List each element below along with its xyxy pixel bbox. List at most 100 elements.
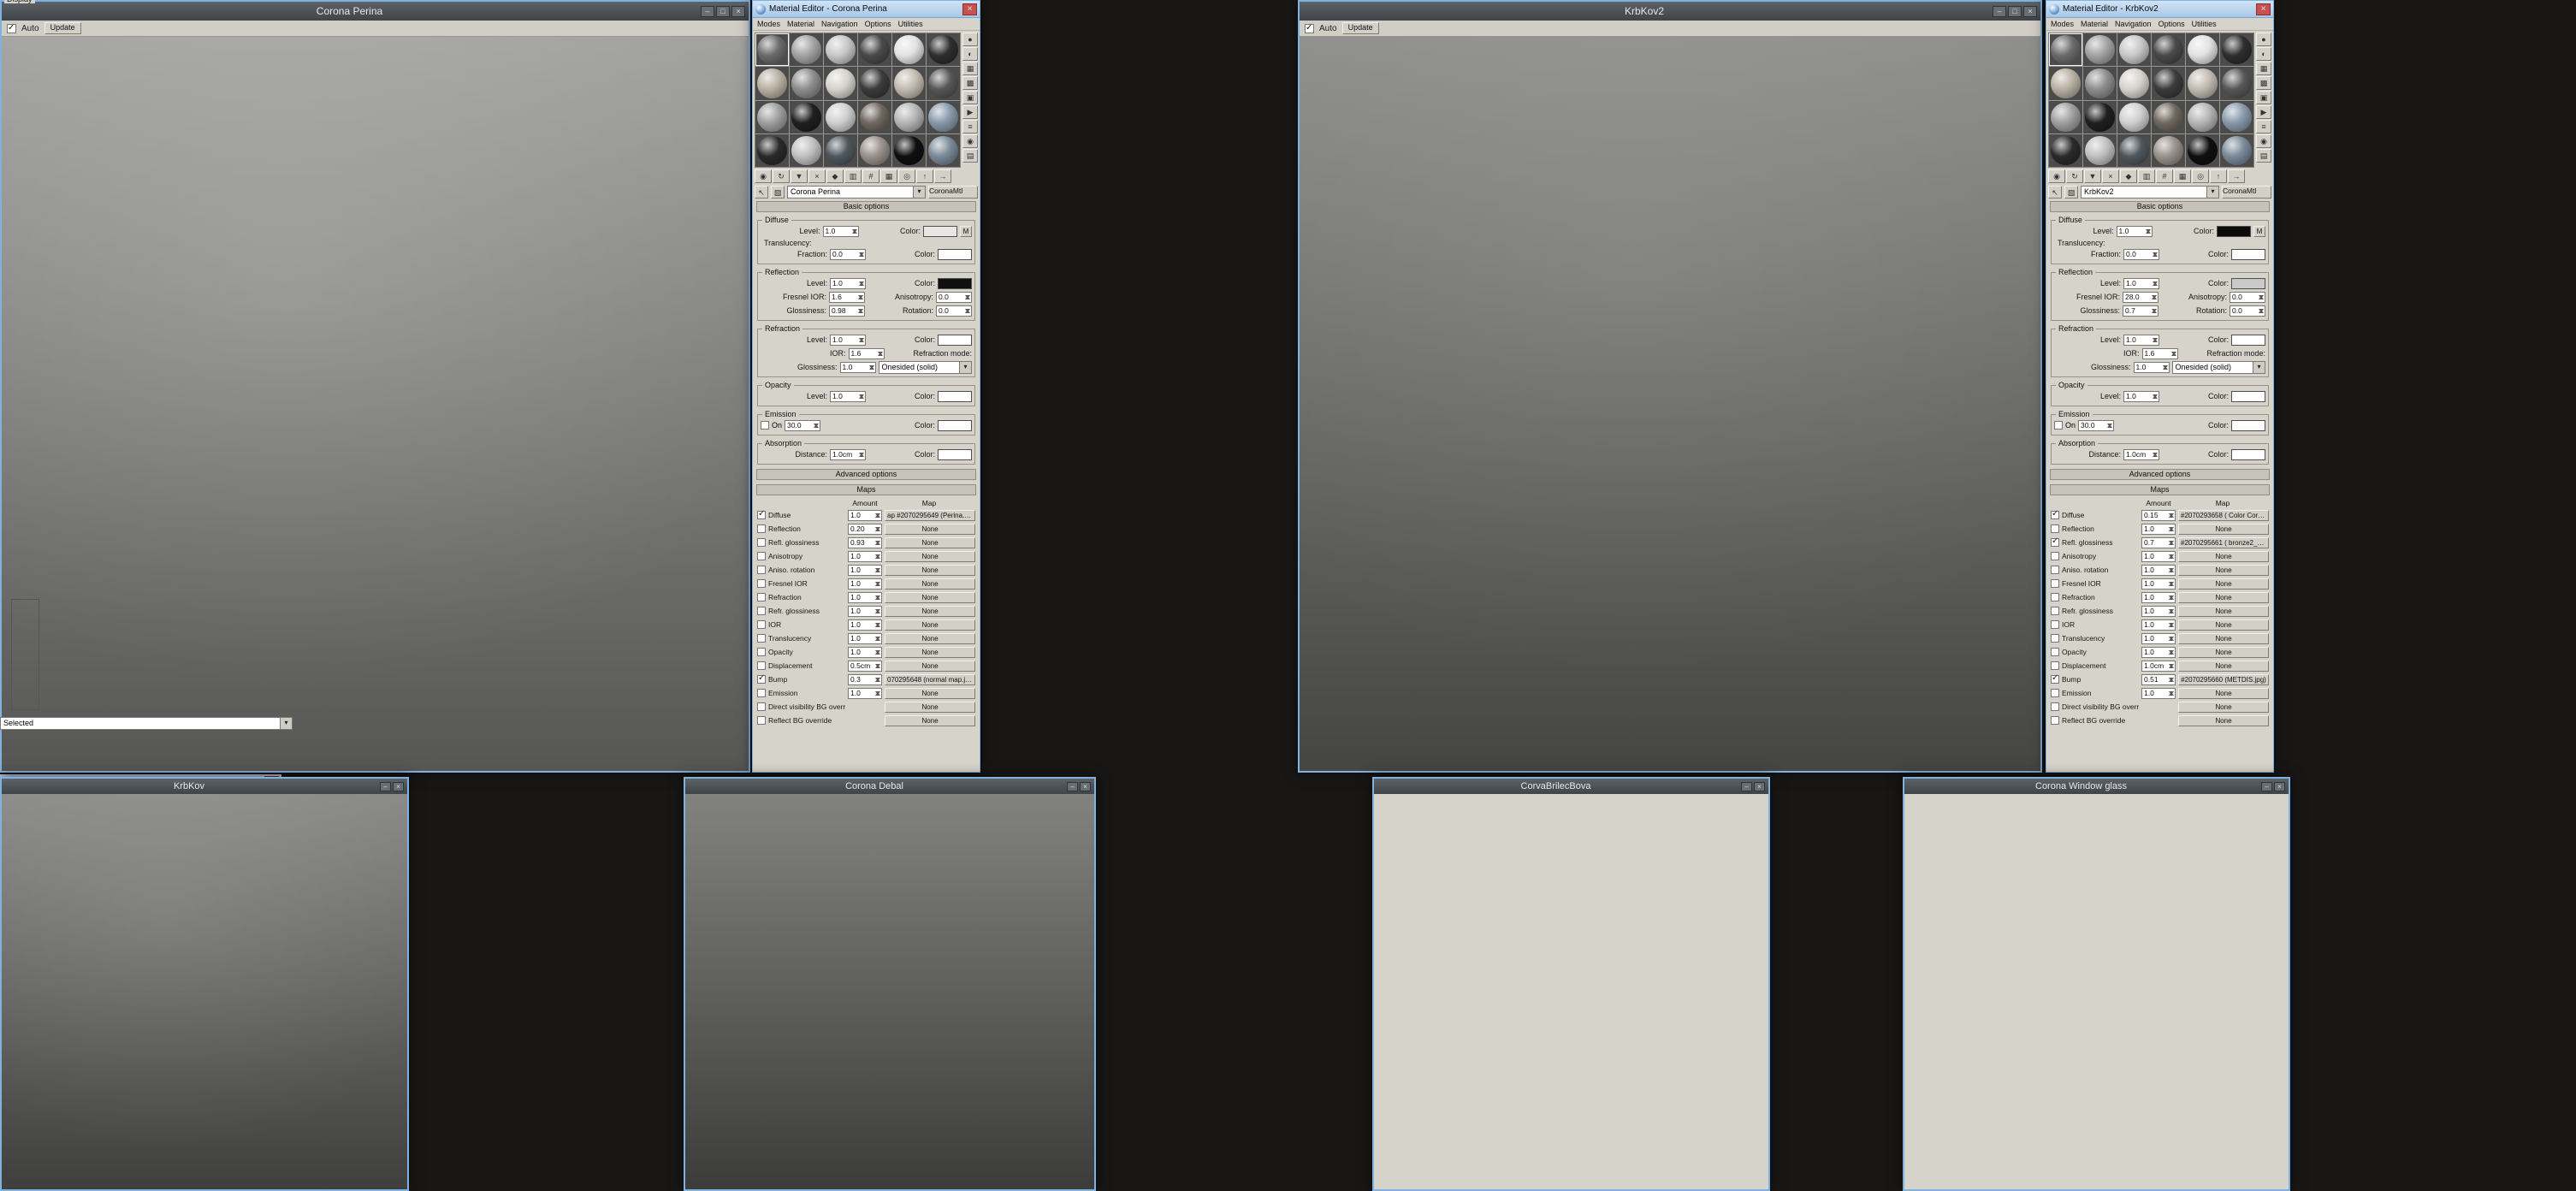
material-thumbnail[interactable] <box>2083 101 2117 133</box>
minimize-icon[interactable]: – <box>1741 782 1752 791</box>
render-viewport[interactable] <box>1374 794 1768 1189</box>
material-thumbnail[interactable] <box>2117 101 2151 133</box>
material-thumbnail[interactable] <box>2083 33 2117 66</box>
material-id-icon[interactable]: # <box>2156 169 2173 183</box>
map-amount-spinner[interactable]: 0.15 <box>2141 510 2176 521</box>
map-amount-spinner[interactable]: 1.0 <box>848 647 882 658</box>
map-amount-spinner[interactable]: 1.0 <box>848 578 882 590</box>
material-thumbnail[interactable] <box>824 67 857 99</box>
material-thumbnail[interactable] <box>755 67 789 99</box>
minimize-icon[interactable]: – <box>1993 6 2006 17</box>
map-enable-checkbox[interactable] <box>2051 552 2059 560</box>
close-icon[interactable]: × <box>1754 782 1765 791</box>
opacity-color-swatch[interactable] <box>938 391 972 402</box>
menu-item[interactable]: Navigation <box>821 20 858 28</box>
refraction-color-swatch[interactable] <box>2231 335 2265 346</box>
emission-intensity-spinner[interactable]: 30.0 <box>2078 420 2114 431</box>
map-enable-checkbox[interactable] <box>2051 689 2059 697</box>
put-to-scene-icon[interactable]: ↻ <box>773 169 790 183</box>
translucency-color-swatch[interactable] <box>2231 249 2265 260</box>
make-unique-icon[interactable]: ◆ <box>826 169 844 183</box>
material-thumbnail[interactable] <box>2220 67 2253 99</box>
refraction-mode-combo[interactable]: Onesided (solid) <box>2172 361 2266 374</box>
menu-item[interactable]: Material <box>787 20 814 28</box>
fresnel-ior-spinner[interactable]: 1.6 <box>829 292 865 303</box>
close-icon[interactable]: × <box>393 782 404 791</box>
material-thumbnail[interactable] <box>2152 101 2185 133</box>
material-class-button[interactable]: CoronaMtl <box>928 186 978 198</box>
close-icon[interactable]: × <box>2023 6 2037 17</box>
refraction-glossiness-spinner[interactable]: 1.0 <box>840 362 876 373</box>
close-icon[interactable] <box>2256 3 2271 15</box>
map-slot-button[interactable]: None <box>885 537 975 548</box>
map-slot-button[interactable]: None <box>2178 633 2269 644</box>
close-icon[interactable]: × <box>1080 782 1091 791</box>
map-slot-button[interactable]: #2070295660 (METDIS.jpg) <box>2178 674 2269 685</box>
map-amount-spinner[interactable]: 1.0 <box>2141 565 2176 576</box>
map-slot-button[interactable]: None <box>2178 688 2269 699</box>
emission-color-swatch[interactable] <box>938 420 972 431</box>
map-slot-button[interactable]: None <box>2178 551 2269 562</box>
map-amount-spinner[interactable]: 1.0 <box>848 551 882 562</box>
diffuse-color-swatch[interactable] <box>923 226 957 237</box>
opacity-level-spinner[interactable]: 1.0 <box>830 391 866 402</box>
diffuse-map-shortcut-button[interactable]: M <box>960 226 972 237</box>
material-thumbnail[interactable] <box>927 67 960 99</box>
go-to-parent-icon[interactable]: ↑ <box>2210 169 2227 183</box>
map-enable-checkbox[interactable] <box>757 689 766 697</box>
emission-on-checkbox[interactable] <box>2054 421 2063 430</box>
menu-item[interactable]: Utilities <box>898 20 923 28</box>
map-slot-button[interactable]: None <box>885 578 975 590</box>
select-by-material-icon[interactable]: ◉ <box>962 134 978 148</box>
map-enable-checkbox[interactable] <box>757 607 766 615</box>
map-enable-checkbox[interactable] <box>2051 661 2059 670</box>
sample-color-icon[interactable]: ▧ <box>2064 186 2078 198</box>
material-thumbnail[interactable] <box>824 101 857 133</box>
map-amount-spinner[interactable]: 1.0 <box>2141 633 2176 644</box>
make-unique-icon[interactable]: ◆ <box>2120 169 2137 183</box>
material-thumbnail[interactable] <box>2117 33 2151 66</box>
refraction-level-spinner[interactable]: 1.0 <box>830 335 866 346</box>
titlebar[interactable]: Corona Perina – □ × <box>2 2 749 21</box>
map-amount-spinner[interactable]: 1.0 <box>848 606 882 617</box>
material-thumbnail[interactable] <box>892 134 926 167</box>
ior-spinner[interactable]: 1.6 <box>849 348 885 359</box>
map-slot-button[interactable]: None <box>2178 702 2269 713</box>
absorption-color-swatch[interactable] <box>938 449 972 460</box>
material-thumbnail[interactable] <box>2186 134 2219 167</box>
rollout-basic-options[interactable]: Basic options <box>2050 201 2270 212</box>
map-enable-checkbox[interactable] <box>757 620 766 629</box>
material-thumbnail[interactable] <box>858 101 891 133</box>
close-icon[interactable] <box>962 3 977 15</box>
map-slot-button[interactable]: None <box>885 565 975 576</box>
diffuse-map-shortcut-button[interactable]: M <box>2253 226 2265 237</box>
material-thumbnail[interactable] <box>2083 134 2117 167</box>
video-color-check-icon[interactable]: ▣ <box>962 91 978 104</box>
render-viewport[interactable] <box>685 794 1094 1189</box>
map-amount-spinner[interactable]: 1.0 <box>2141 606 2176 617</box>
absorption-color-swatch[interactable] <box>2231 449 2265 460</box>
material-thumbnail[interactable] <box>755 134 789 167</box>
menu-item[interactable]: Navigation <box>2115 20 2152 28</box>
reflection-level-spinner[interactable]: 1.0 <box>830 278 866 289</box>
sample-type-icon[interactable]: ● <box>2256 33 2271 46</box>
map-slot-button[interactable]: None <box>2178 578 2269 590</box>
map-slot-button[interactable]: #2070295661 ( bronze2_gloss.jpg ) <box>2178 537 2269 548</box>
map-slot-button[interactable]: None <box>885 633 975 644</box>
material-id-icon[interactable]: # <box>862 169 879 183</box>
minimize-icon[interactable]: – <box>1067 782 1078 791</box>
map-slot-button[interactable]: None <box>2178 606 2269 617</box>
reflection-glossiness-spinner[interactable]: 0.98 <box>829 305 865 317</box>
map-enable-checkbox[interactable] <box>757 675 766 684</box>
map-enable-checkbox[interactable] <box>2051 524 2059 533</box>
pick-material-from-object-icon[interactable]: ↖ <box>755 186 768 198</box>
video-color-check-icon[interactable]: ▣ <box>2256 91 2271 104</box>
fresnel-ior-spinner[interactable]: 28.0 <box>2123 292 2159 303</box>
absorption-distance-spinner[interactable]: 1.0cm <box>830 449 866 460</box>
update-button[interactable]: Update <box>1342 22 1379 34</box>
map-slot-button[interactable]: None <box>2178 619 2269 631</box>
map-amount-spinner[interactable]: 0.5cm <box>848 661 882 672</box>
options-icon[interactable]: ≡ <box>962 120 978 133</box>
map-enable-checkbox[interactable] <box>2051 593 2059 601</box>
material-thumbnail[interactable] <box>927 134 960 167</box>
